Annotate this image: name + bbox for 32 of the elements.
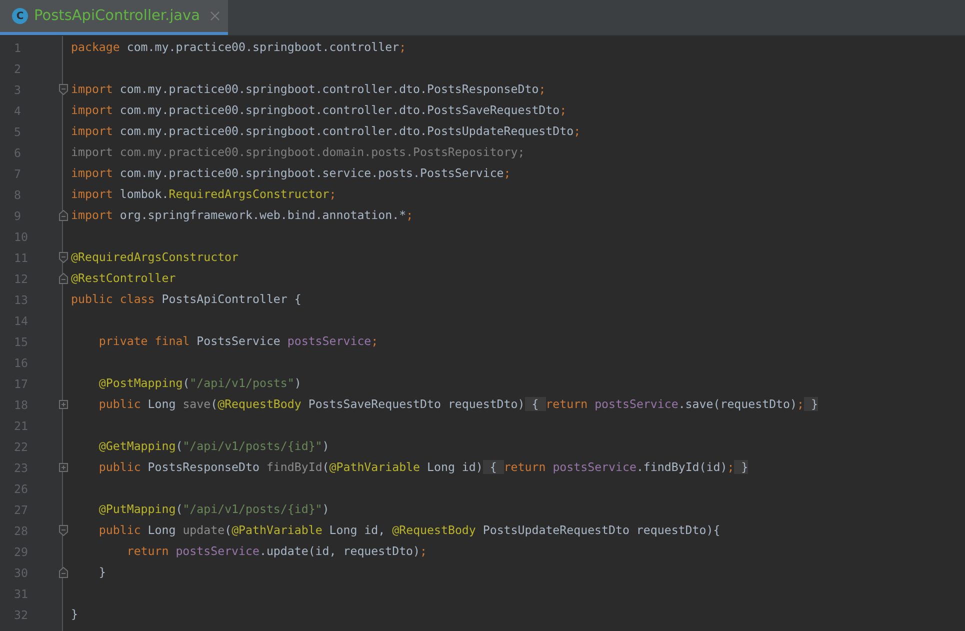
file-tab[interactable]: C PostsApiController.java (0, 0, 228, 35)
fold-start-icon[interactable] (59, 525, 68, 536)
code-line: @RequiredArgsConstructor (71, 249, 239, 266)
code-line: public PostsResponseDto findById(@PathVariable Long id) { return postsService.findById(id); } (98, 459, 748, 476)
code-line: import com.my.practice00.springboot.controller.dto.PostsSaveRequestDto; (71, 102, 567, 119)
code-line: public class PostsApiController { (71, 291, 302, 308)
fold-end-icon[interactable] (59, 210, 68, 221)
code-line: import com.my.practice00.springboot.domain.posts.PostsRepository; (71, 144, 525, 161)
expand-icon[interactable] (59, 462, 68, 473)
class-icon: C (12, 8, 28, 24)
code-line: import org.springframework.web.bind.annotation.*; (71, 207, 414, 224)
code-line: return postsService.update(id, requestDto); (126, 543, 427, 560)
code-line: public Long save(@RequestBody PostsSaveRequestDto requestDto) { return postsService.save(requestDto); } (98, 396, 818, 413)
code-line: import com.my.practice00.springboot.service.posts.PostsService; (71, 165, 511, 182)
code-line: @PostMapping("/api/v1/posts") (98, 375, 302, 392)
code-line: } (98, 564, 106, 581)
fold-end-icon[interactable] (59, 567, 68, 578)
fold-start-icon[interactable] (59, 84, 68, 95)
close-icon[interactable] (210, 11, 220, 21)
code-line: import com.my.practice00.springboot.controller.dto.PostsResponseDto; (71, 81, 546, 98)
code-line: } (71, 606, 78, 623)
fold-start-icon[interactable] (59, 252, 68, 263)
code-line: @RestController (71, 270, 176, 287)
code-line: @PutMapping("/api/v1/posts/{id}") (98, 501, 330, 518)
code-line: private final PostsService postsService; (98, 333, 378, 350)
code-line: package com.my.practice00.springboot.controller; (71, 39, 406, 56)
fold-end-icon[interactable] (59, 273, 68, 284)
code-line: @GetMapping("/api/v1/posts/{id}") (98, 438, 330, 455)
code-line: public Long update(@PathVariable Long id, @RequestBody PostsUpdateRequestDto requestDto){ (98, 522, 720, 539)
code-line: import com.my.practice00.springboot.controller.dto.PostsUpdateRequestDto; (71, 123, 581, 140)
code-line: import lombok.RequiredArgsConstructor; (71, 186, 336, 203)
expand-icon[interactable] (59, 399, 68, 410)
